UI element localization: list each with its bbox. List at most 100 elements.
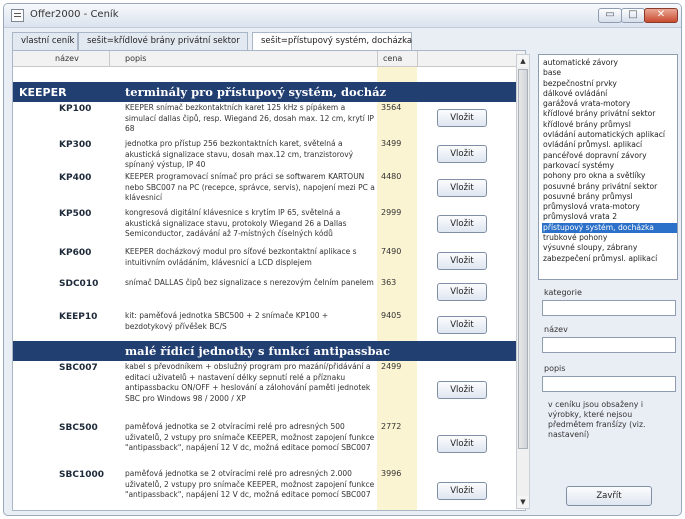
popis-label: popis xyxy=(544,364,566,373)
column-header-cena[interactable]: cena xyxy=(383,54,402,63)
app-window: Offer2000 - Ceník ▭ □ ✕ vlastní ceník se… xyxy=(3,3,682,516)
product-code: SBC500 xyxy=(59,423,98,433)
maximize-button[interactable]: □ xyxy=(621,8,645,23)
close-button[interactable]: ✕ xyxy=(644,8,678,23)
insert-button[interactable]: Vložit xyxy=(437,381,487,399)
nazev-field[interactable] xyxy=(542,337,676,353)
category-item[interactable]: průmyslová vrata 2 xyxy=(542,212,677,222)
section-header: KEEPER terminály pro přístupový systém, … xyxy=(13,82,525,102)
category-item[interactable]: průmyslová vrata-motory xyxy=(542,202,677,212)
product-code: KP600 xyxy=(59,248,92,258)
category-item[interactable]: bezpečnostní prvky xyxy=(542,79,677,89)
insert-button[interactable]: Vložit xyxy=(437,215,487,233)
column-header-popis[interactable]: popis xyxy=(125,54,146,63)
column-header-nazev[interactable]: název xyxy=(55,54,79,63)
scroll-down-icon[interactable]: ▼ xyxy=(517,496,529,508)
tab-pristupovy-system[interactable]: sešit=přístupový systém, docházka xyxy=(252,32,412,51)
category-item[interactable]: posuvné brány privátní sektor xyxy=(542,182,677,192)
category-item[interactable]: automatické závory xyxy=(542,58,677,68)
table-row: SBC007 kabel s převodníkem + obslužný pr… xyxy=(13,361,525,417)
category-item[interactable]: ovládání automatických aplikací xyxy=(542,130,677,140)
product-price: 4480 xyxy=(381,172,402,181)
scroll-thumb[interactable] xyxy=(518,69,528,449)
insert-button[interactable]: Vložit xyxy=(437,179,487,197)
section-title: malé řídicí jednotky s funkcí antipassba… xyxy=(125,344,390,358)
category-item[interactable]: pohony pro okna a světlíky xyxy=(542,171,677,181)
product-description: KEEPER programovací snímač pro práci se … xyxy=(125,172,375,202)
table-row: KP600 KEEPER docházkový modul pro síťové… xyxy=(13,246,525,270)
insert-button[interactable]: Vložit xyxy=(437,316,487,334)
franchise-note: v ceníku jsou obsaženy i výrobky, které … xyxy=(548,400,646,439)
section-title: terminály pro přístupový systém, docház xyxy=(125,85,387,99)
table-row: KP500 kongresová digitální klávesnice s … xyxy=(13,207,525,239)
price-table: název popis cena KEEPER terminály pro př… xyxy=(12,50,526,511)
product-price: 2772 xyxy=(381,422,402,431)
insert-button[interactable]: Vložit xyxy=(437,252,487,270)
product-description: snímač DALLAS čipů bez signalizace s ner… xyxy=(125,278,374,287)
category-item-selected[interactable]: přístupový systém, docházka xyxy=(542,222,677,234)
category-item[interactable]: výsuvné sloupy, zábrany xyxy=(542,243,677,253)
product-code: KP400 xyxy=(59,173,92,183)
product-description: KEEPER docházkový modul pro síťové bezko… xyxy=(125,247,357,267)
table-row: SBC500 paměťová jednotka se 2 otvíracími… xyxy=(13,421,525,465)
product-code: KP300 xyxy=(59,140,92,150)
product-code: SBC007 xyxy=(59,363,98,373)
category-list[interactable]: automatické závory base bezpečnostní prv… xyxy=(538,54,678,280)
product-price: 3564 xyxy=(381,103,402,112)
section-label: KEEPER xyxy=(19,86,67,99)
title-bar: Offer2000 - Ceník ▭ □ ✕ xyxy=(4,4,681,28)
category-item[interactable]: garážová vrata-motory xyxy=(542,99,677,109)
tab-vlastni-cenik[interactable]: vlastní ceník xyxy=(12,32,78,50)
category-item[interactable]: base xyxy=(542,68,677,78)
kategorie-label: kategorie xyxy=(544,288,582,297)
product-code: SBC1000 xyxy=(59,470,104,480)
product-code: KP500 xyxy=(59,209,92,219)
table-scrollbar[interactable]: ▲ ▼ xyxy=(516,54,530,509)
product-price: 9405 xyxy=(381,311,402,320)
insert-button[interactable]: Vložit xyxy=(437,109,487,127)
product-code: SDC010 xyxy=(59,279,99,289)
table-row: KP100 KEEPER snímač bezkontaktních karet… xyxy=(13,102,525,134)
product-code: KEEP10 xyxy=(59,312,98,322)
table-row: KP400 KEEPER programovací snímač pro prá… xyxy=(13,171,525,203)
product-price: 363 xyxy=(381,278,397,287)
scroll-up-icon[interactable]: ▲ xyxy=(517,55,529,67)
product-price: 2999 xyxy=(381,208,402,217)
category-item[interactable]: ovládání průmysl. aplikací xyxy=(542,140,677,150)
insert-button[interactable]: Vložit xyxy=(437,283,487,301)
product-description: jednotka pro přístup 256 bezkontaktních … xyxy=(125,139,354,169)
insert-button[interactable]: Vložit xyxy=(437,435,487,453)
table-row: SDC010 snímač DALLAS čipů bez signalizac… xyxy=(13,277,525,301)
app-icon xyxy=(11,9,24,22)
insert-button[interactable]: Vložit xyxy=(437,482,487,500)
product-code: KP100 xyxy=(59,104,92,114)
insert-button[interactable]: Vložit xyxy=(437,145,487,163)
close-dialog-button[interactable]: Zavřít xyxy=(566,486,652,506)
table-row: SBC1000 paměťová jednotka se 2 otvíracím… xyxy=(13,468,525,510)
window-title: Offer2000 - Ceník xyxy=(30,9,119,20)
product-description: kongresová digitální klávesnice s krytím… xyxy=(125,208,347,238)
category-item[interactable]: křídlové brány privátní sektor xyxy=(542,109,677,119)
product-description: kabel s převodníkem + obslužný program p… xyxy=(125,362,371,403)
product-description: KEEPER snímač bezkontaktních karet 125 k… xyxy=(125,103,374,133)
category-item[interactable]: křídlové brány průmysl xyxy=(542,120,677,130)
category-item[interactable]: parkovací systémy xyxy=(542,161,677,171)
category-item[interactable]: posuvné brány průmysl xyxy=(542,192,677,202)
table-row: KEEP10 kit: paměťová jednotka SBC500 + 2… xyxy=(13,310,525,334)
product-description: paměťová jednotka se 2 otvíracími relé p… xyxy=(125,422,375,452)
product-price: 7490 xyxy=(381,247,402,256)
nazev-label: název xyxy=(544,325,568,334)
table-header: název popis cena xyxy=(13,51,525,67)
table-row: KP300 jednotka pro přístup 256 bezkontak… xyxy=(13,138,525,170)
category-item[interactable]: dálkové ovládání xyxy=(542,89,677,99)
kategorie-field[interactable] xyxy=(542,300,676,316)
product-price: 3499 xyxy=(381,139,402,148)
popis-field[interactable] xyxy=(542,376,676,392)
category-item[interactable]: zabezpečení průmysl. aplikací xyxy=(542,254,677,264)
product-description: paměťová jednotka se 2 otvíracími relé p… xyxy=(125,469,375,499)
category-item[interactable]: trubkové pohony xyxy=(542,233,677,243)
category-item[interactable]: pancéřové dopravní závory xyxy=(542,151,677,161)
tab-kridlove-brany[interactable]: sešit=křídlové brány privátní sektor xyxy=(78,32,248,50)
minimize-button[interactable]: ▭ xyxy=(598,8,622,23)
product-description: kit: paměťová jednotka SBC500 + 2 snímač… xyxy=(125,311,329,331)
